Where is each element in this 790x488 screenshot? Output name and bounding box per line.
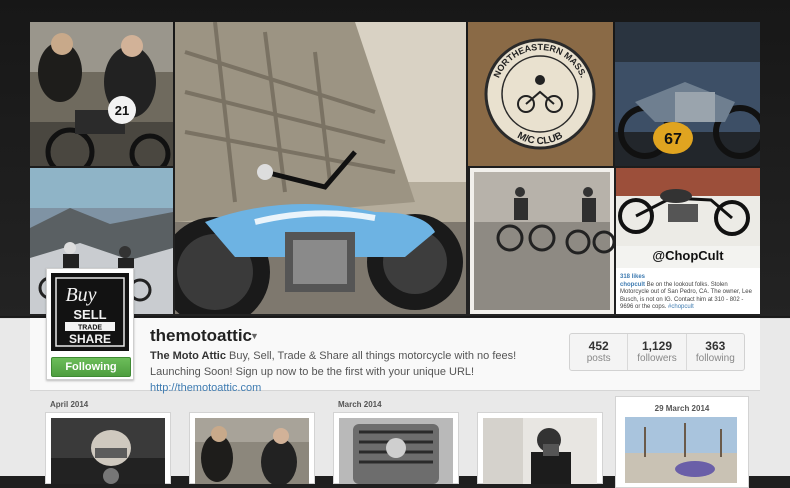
- month-heading: March 2014: [338, 400, 382, 409]
- post-thumbnail[interactable]: [333, 412, 459, 484]
- svg-text:67: 67: [664, 131, 682, 148]
- profile-username[interactable]: themotoattic: [150, 326, 252, 346]
- caption-user[interactable]: chopcult: [620, 282, 645, 288]
- club-patch-image: NORTHEASTERN MASS. M/C CLUB: [468, 22, 613, 166]
- buy-sell-logo: Buy SELL TRADE SHARE: [51, 273, 129, 351]
- engine-image: [339, 418, 453, 484]
- post-thumbnail[interactable]: [189, 412, 315, 484]
- cover-photo-racers[interactable]: 21: [30, 22, 173, 166]
- stolen-bike-image: @ChopCult: [616, 168, 760, 268]
- cover-photo-chopcult-post[interactable]: @ChopCult 318 likes chopcult Be on the l…: [616, 168, 760, 314]
- race-bike-image: 67: [615, 22, 760, 166]
- profile-website-link[interactable]: http://themotoattic.com: [150, 382, 261, 394]
- profile-display-name: The Moto Attic: [150, 350, 226, 362]
- profile-page: 21 NORTHEASTERN MASS. M/C CLUB 67 @ChopC…: [0, 0, 790, 488]
- profile-stats: 452 posts 1,129 followers 363 following: [569, 333, 745, 371]
- month-heading: April 2014: [50, 400, 89, 409]
- street-scene-image: [625, 417, 737, 483]
- date-card-label: 29 March 2014: [654, 404, 710, 413]
- cover-photo-race-bike[interactable]: 67: [615, 22, 760, 166]
- stat-following[interactable]: 363 following: [687, 334, 744, 370]
- stat-followers[interactable]: 1,129 followers: [628, 334, 687, 370]
- svg-text:Buy: Buy: [65, 284, 96, 306]
- stat-label: following: [695, 353, 735, 364]
- svg-text:21: 21: [115, 103, 129, 118]
- helmet-rider-image: [51, 418, 165, 484]
- svg-text:TRADE: TRADE: [78, 325, 102, 332]
- likes-count[interactable]: 318 likes: [620, 274, 756, 282]
- post-thumbnail[interactable]: [477, 412, 603, 484]
- following-button[interactable]: Following: [51, 357, 131, 377]
- chopcult-overlay-text: @ChopCult: [652, 248, 724, 263]
- post-thumbnail[interactable]: [45, 412, 171, 484]
- avatar-card: Buy SELL TRADE SHARE Following: [46, 268, 134, 380]
- cover-photo-blue-motorcycle[interactable]: [175, 22, 466, 314]
- photographer-image: [483, 418, 597, 484]
- stat-value: 452: [588, 339, 609, 353]
- blue-motorcycle-image: [175, 22, 466, 314]
- caption-hashtag[interactable]: #chopcult: [668, 304, 694, 310]
- racers-thumb-image: [195, 418, 309, 484]
- stat-posts[interactable]: 452 posts: [570, 334, 629, 370]
- date-card[interactable]: 29 March 2014: [615, 396, 749, 488]
- vintage-race-image: [470, 168, 614, 314]
- stat-label: posts: [586, 353, 611, 364]
- avatar[interactable]: Buy SELL TRADE SHARE: [51, 273, 129, 351]
- racers-image: 21: [30, 22, 173, 166]
- stat-label: followers: [637, 353, 677, 364]
- profile-bio: The Moto Attic Buy, Sell, Trade & Share …: [150, 348, 550, 396]
- stat-value: 363: [705, 339, 726, 353]
- svg-text:SHARE: SHARE: [69, 332, 111, 346]
- chopcult-caption-block: 318 likes chopcult Be on the lookout fol…: [616, 268, 760, 312]
- stat-value: 1,129: [641, 339, 672, 353]
- svg-text:SELL: SELL: [73, 307, 106, 322]
- cover-photo-vintage-race[interactable]: [470, 168, 614, 314]
- chevron-down-icon[interactable]: ▼: [250, 331, 259, 341]
- cover-photo-club-patch[interactable]: NORTHEASTERN MASS. M/C CLUB: [468, 22, 613, 166]
